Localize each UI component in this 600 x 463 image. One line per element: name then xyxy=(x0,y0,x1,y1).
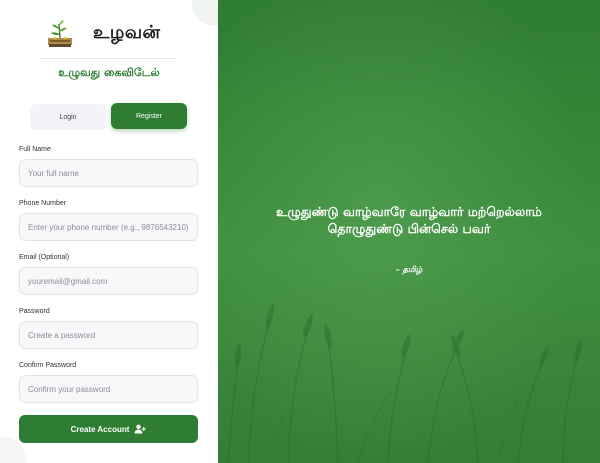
auth-panel: உழவன் உழுவது கைவிடேல் Login Register Ful… xyxy=(0,0,218,463)
tab-login[interactable]: Login xyxy=(30,104,106,130)
email-input[interactable] xyxy=(19,267,198,295)
hero-panel: உழுதுண்டு வாழ்வாரே வாழ்வார் மற்றெல்லாம் … xyxy=(218,0,600,463)
logo-icon xyxy=(48,20,72,47)
full-name-label: Full Name xyxy=(19,146,51,153)
confirm-password-label: Confirm Password xyxy=(19,362,77,369)
create-account-button[interactable]: Create Account xyxy=(19,415,198,443)
password-input[interactable] xyxy=(19,321,198,349)
brand-name: உழவன் xyxy=(93,21,161,43)
decorative-circle xyxy=(192,0,218,26)
phone-input[interactable] xyxy=(19,213,198,241)
tab-register[interactable]: Register xyxy=(111,103,187,129)
user-plus-icon xyxy=(134,424,147,434)
full-name-input[interactable] xyxy=(19,159,198,187)
phone-label: Phone Number xyxy=(19,200,67,207)
brand-header: உழவன் xyxy=(47,18,161,48)
brand-tagline: உழுவது கைவிடேல் xyxy=(58,66,160,79)
divider xyxy=(40,58,176,59)
confirm-password-input[interactable] xyxy=(19,375,198,403)
hero-attribution: – தமிழ் xyxy=(395,265,423,274)
auth-tabs: Login Register xyxy=(30,103,187,130)
email-label: Email (Optional) xyxy=(19,254,70,261)
password-label: Password xyxy=(19,308,50,315)
create-account-label: Create Account xyxy=(70,424,130,434)
hero-quote: உழுதுண்டு வாழ்வாரே வாழ்வார் மற்றெல்லாம் … xyxy=(276,204,542,236)
